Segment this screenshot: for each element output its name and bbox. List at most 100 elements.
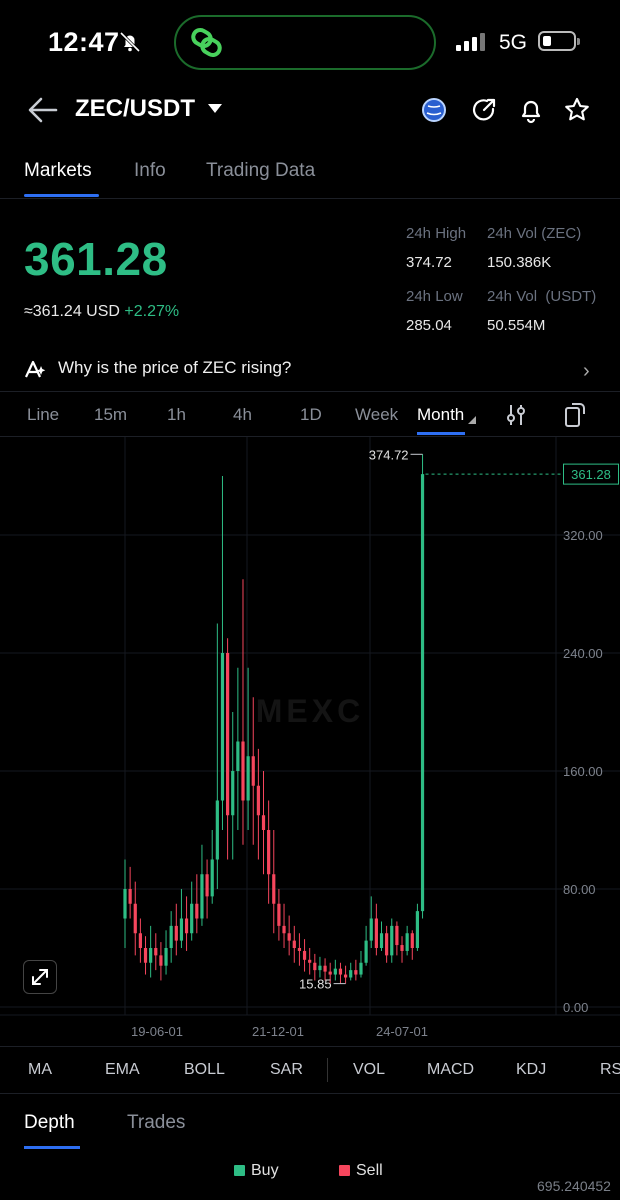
candle-body [169, 925, 173, 948]
divider [0, 198, 620, 199]
tab-trading-data[interactable]: Trading Data [206, 160, 315, 182]
stat-value-24h-vol-usdt: 50.554M [487, 317, 546, 334]
candle-body [420, 474, 425, 912]
indicator-sar[interactable]: SAR [270, 1061, 303, 1079]
back-arrow-icon[interactable] [26, 95, 60, 125]
y-tick-label: 160.00 [563, 764, 603, 779]
buy-legend-swatch [234, 1165, 245, 1176]
bell-off-icon [119, 31, 141, 53]
candle-body [200, 874, 204, 919]
status-time: 12:47 [48, 27, 120, 57]
tab-markets[interactable]: Markets [24, 160, 92, 182]
candle-body [308, 959, 312, 963]
stat-value-24h-high: 374.72 [406, 254, 452, 271]
candle-body [256, 785, 260, 816]
candle-body [297, 948, 302, 951]
candle-body [251, 756, 255, 786]
sell-legend-label: Sell [356, 1162, 383, 1179]
indicator-ema[interactable]: EMA [105, 1061, 140, 1079]
indicator-vol[interactable]: VOL [353, 1061, 385, 1079]
tab-info[interactable]: Info [134, 160, 166, 182]
pair-title[interactable]: ZEC/USDT [75, 95, 195, 123]
interval-1d[interactable]: 1D [300, 405, 322, 425]
buy-legend-label: Buy [251, 1162, 279, 1179]
fullscreen-button[interactable] [23, 960, 57, 994]
divider [0, 391, 620, 392]
expand-icon [32, 969, 48, 985]
news-link[interactable]: Why is the price of ZEC rising? [58, 358, 291, 378]
bell-icon[interactable] [517, 96, 545, 124]
candle-body [143, 948, 148, 963]
candle-body [359, 962, 363, 975]
y-tick-label: 320.00 [563, 528, 603, 543]
indicator-ma[interactable]: MA [28, 1061, 52, 1079]
battery-tip [577, 38, 580, 45]
interval-line[interactable]: Line [27, 405, 59, 425]
tab-trades[interactable]: Trades [127, 1112, 185, 1134]
interval-15m[interactable]: 15m [94, 405, 127, 425]
indicator-boll[interactable]: BOLL [184, 1061, 225, 1079]
candle-body [405, 933, 409, 951]
price-change: +2.27% [124, 303, 180, 320]
candle-body [313, 962, 317, 971]
candle-body [385, 933, 389, 956]
stat-label-24h-high: 24h High [406, 225, 467, 242]
candle-body [128, 889, 132, 904]
tab-depth[interactable]: Depth [24, 1112, 75, 1134]
pair-dropdown-icon[interactable] [208, 104, 222, 113]
candle-body [231, 771, 235, 816]
candle-body [318, 965, 322, 971]
interval-1h[interactable]: 1h [167, 405, 186, 425]
usd-value: ≈361.24 USD [24, 303, 120, 320]
interval-month[interactable]: Month [417, 405, 464, 425]
candle-body [343, 974, 348, 978]
candle-body [159, 955, 163, 966]
last-price: 361.28 [24, 233, 168, 285]
candle-body [277, 903, 281, 926]
candle-body [164, 948, 168, 966]
indicator-settings-icon[interactable] [505, 403, 527, 427]
candle-body [328, 971, 332, 975]
candle-body [292, 940, 296, 948]
stat-label-24h-vol-zec: 24h Vol (ZEC) [487, 225, 582, 242]
candle-body [174, 925, 178, 941]
candle-body [369, 918, 373, 941]
indicator-macd[interactable]: MACD [427, 1061, 474, 1079]
candle-body [282, 925, 286, 934]
signal-icon [456, 33, 485, 51]
candle-body [390, 925, 394, 956]
candle-body [184, 918, 189, 934]
indicator-kdj[interactable]: KDJ [516, 1061, 546, 1079]
globe-icon[interactable] [420, 96, 448, 124]
y-tick-label: 0.00 [563, 1000, 588, 1015]
low-marker-label: 15.85 [299, 977, 332, 992]
candle-body [267, 830, 271, 875]
candle-body [415, 911, 420, 948]
share-icon[interactable] [470, 96, 498, 124]
last-price-label: 361.28 [571, 467, 611, 482]
indicator-rsi[interactable]: RS [600, 1061, 620, 1079]
candle-body [338, 968, 343, 975]
depth-price-readout: 695.240452 [537, 1178, 611, 1194]
candle-body [400, 945, 404, 951]
candle-body [246, 756, 250, 801]
candle-body [154, 948, 158, 956]
candle-body [205, 874, 209, 897]
candle-body [272, 874, 276, 904]
candle-body [190, 903, 194, 934]
candle-body [226, 653, 230, 816]
interval-week[interactable]: Week [355, 405, 398, 425]
interval-dropdown-icon[interactable] [468, 416, 476, 424]
candle-body [364, 940, 368, 963]
chevron-right-icon[interactable]: › [583, 360, 590, 383]
depth-underline [24, 1146, 80, 1149]
stat-value-24h-low: 285.04 [406, 317, 452, 334]
interval-underline [417, 432, 465, 435]
star-icon[interactable] [563, 96, 591, 124]
candle-body [220, 653, 225, 801]
dynamic-island[interactable] [174, 15, 436, 70]
price-chart[interactable]: MEXC 320.00 240.00 160.00 80.00 0.00 19-06-01 2… [0, 437, 620, 1042]
rotate-screen-icon[interactable] [563, 402, 587, 428]
x-tick-label: 21-12-01 [252, 1024, 304, 1039]
interval-4h[interactable]: 4h [233, 405, 252, 425]
